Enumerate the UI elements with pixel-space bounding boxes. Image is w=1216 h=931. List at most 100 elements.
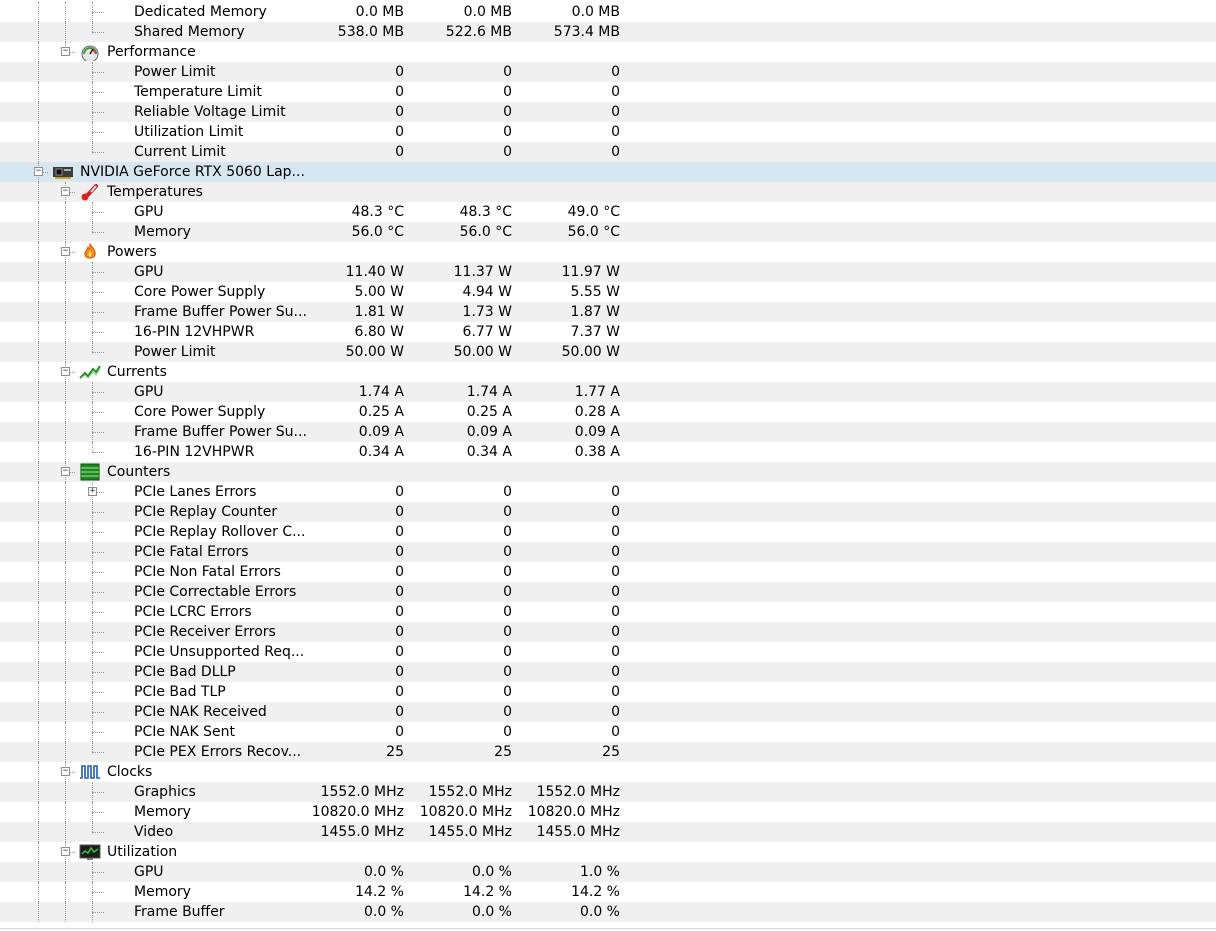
- group-row-performance[interactable]: − Performance: [0, 42, 1216, 63]
- tree-line: [92, 652, 104, 653]
- tree-line: [38, 762, 39, 782]
- tree-line: [38, 242, 39, 262]
- collapse-icon[interactable]: −: [34, 167, 43, 176]
- group-row-utilization[interactable]: − Utilization: [0, 842, 1216, 862]
- maximum-value: 10820.0 MHz: [527, 804, 620, 820]
- sensor-row-gpu[interactable]: GPU 0.0 % 0.0 % 1.0 %: [0, 862, 1216, 882]
- sensor-row-graphics[interactable]: Graphics 1552.0 MHz 1552.0 MHz 1552.0 MHz: [0, 782, 1216, 802]
- sensor-row-dedicated-memory[interactable]: Dedicated Memory 0.0 MB 0.0 MB 0.0 MB: [0, 2, 1216, 22]
- minimum-value: 0: [503, 84, 512, 100]
- collapse-icon[interactable]: −: [61, 247, 70, 256]
- tree-line: [92, 152, 104, 153]
- tree-line: [92, 832, 104, 833]
- sensor-row-pcie-bad-tlp[interactable]: PCIe Bad TLP 0 0 0: [0, 682, 1216, 702]
- sensor-row-pcie-receiver-errors[interactable]: PCIe Receiver Errors 0 0 0: [0, 622, 1216, 642]
- sensor-row-frame-buffer[interactable]: Frame Buffer 0.0 % 0.0 % 0.0 %: [0, 902, 1216, 922]
- collapse-icon[interactable]: −: [61, 367, 70, 376]
- sensor-row-power-limit[interactable]: Power Limit 50.00 W 50.00 W 50.00 W: [0, 342, 1216, 362]
- maximum-value: 0: [611, 724, 620, 740]
- sensor-label: GPU: [134, 204, 164, 220]
- maximum-value: 0: [611, 144, 620, 160]
- expand-icon[interactable]: +: [88, 487, 97, 496]
- collapse-icon[interactable]: −: [61, 47, 70, 56]
- tree-line: [38, 502, 39, 522]
- tree-line: [38, 142, 39, 162]
- collapse-icon[interactable]: −: [61, 847, 70, 856]
- tree-line: [38, 622, 39, 642]
- sensor-row-pcie-correctable-errors[interactable]: PCIe Correctable Errors 0 0 0: [0, 582, 1216, 602]
- sensor-row-memory[interactable]: Memory 10820.0 MHz 10820.0 MHz 10820.0 MHz: [0, 802, 1216, 822]
- sensor-row-pcie-unsupported-req[interactable]: PCIe Unsupported Req... 0 0 0: [0, 642, 1216, 662]
- minimum-value: 50.00 W: [453, 344, 512, 360]
- sensor-label: Core Power Supply: [134, 404, 266, 420]
- sensor-row-pcie-fatal-errors[interactable]: PCIe Fatal Errors 0 0 0: [0, 542, 1216, 562]
- group-row-temperatures[interactable]: − Temperatures: [0, 182, 1216, 202]
- maximum-value: 0: [611, 544, 620, 560]
- sensor-row-pcie-bad-dllp[interactable]: PCIe Bad DLLP 0 0 0: [0, 662, 1216, 682]
- current-value: 0: [395, 584, 404, 600]
- sensor-row-current-limit[interactable]: Current Limit 0 0 0: [0, 142, 1216, 162]
- sensor-row-reliable-voltage-limit[interactable]: Reliable Voltage Limit 0 0 0: [0, 102, 1216, 122]
- sensor-row-16-pin-12vhpwr[interactable]: 16-PIN 12VHPWR 6.80 W 6.77 W 7.37 W: [0, 322, 1216, 342]
- maximum-value: 0: [611, 604, 620, 620]
- current-value: 0: [395, 564, 404, 580]
- sensor-row-pcie-pex-errors-recov[interactable]: PCIe PEX Errors Recov... 25 25 25: [0, 742, 1216, 762]
- group-row-clocks[interactable]: − Clocks: [0, 762, 1216, 782]
- tree-line: [92, 352, 104, 353]
- sensor-row-temperature-limit[interactable]: Temperature Limit 0 0 0: [0, 82, 1216, 102]
- tree-line: [92, 572, 104, 573]
- group-row-powers[interactable]: − Powers: [0, 242, 1216, 262]
- sensor-row-gpu[interactable]: GPU 1.74 A 1.74 A 1.77 A: [0, 382, 1216, 402]
- maximum-value: 0: [611, 564, 620, 580]
- sensor-row-pcie-nak-sent[interactable]: PCIe NAK Sent 0 0 0: [0, 722, 1216, 742]
- sensor-row-power-limit[interactable]: Power Limit 0 0 0: [0, 62, 1216, 82]
- sensor-row-memory[interactable]: Memory 14.2 % 14.2 % 14.2 %: [0, 882, 1216, 902]
- tree-line: [38, 102, 39, 122]
- tree-line: [65, 522, 66, 542]
- sensor-row-pcie-replay-counter[interactable]: PCIe Replay Counter 0 0 0: [0, 502, 1216, 522]
- tree-line: [38, 822, 39, 842]
- tree-line: [38, 402, 39, 422]
- sensor-row-shared-memory[interactable]: Shared Memory 538.0 MB 522.6 MB 573.4 MB: [0, 22, 1216, 42]
- sensor-label: PCIe Replay Counter: [134, 504, 278, 520]
- sensor-row-utilization-limit[interactable]: Utilization Limit 0 0 0: [0, 122, 1216, 142]
- sensor-row-gpu[interactable]: GPU 48.3 °C 48.3 °C 49.0 °C: [0, 202, 1216, 222]
- tree-line: [65, 662, 66, 682]
- collapse-icon[interactable]: −: [61, 187, 70, 196]
- sensor-row-video[interactable]: Video 1455.0 MHz 1455.0 MHz 1455.0 MHz: [0, 822, 1216, 842]
- tree-line: [92, 32, 104, 33]
- sensor-row-gpu[interactable]: GPU 11.40 W 11.37 W 11.97 W: [0, 262, 1216, 282]
- minimum-value: 4.94 W: [462, 284, 512, 300]
- current-value: 0: [395, 524, 404, 540]
- current-value: 0: [395, 64, 404, 80]
- sensor-row-frame-buffer-power-su[interactable]: Frame Buffer Power Su... 0.09 A 0.09 A 0.09…: [0, 422, 1216, 442]
- sensor-row-frame-buffer-power-su[interactable]: Frame Buffer Power Su... 1.81 W 1.73 W 1.87…: [0, 302, 1216, 322]
- tree-line: [38, 342, 39, 362]
- sensor-row-core-power-supply[interactable]: Core Power Supply 0.25 A 0.25 A 0.28 A: [0, 402, 1216, 422]
- device-row[interactable]: − NVIDIA GeForce RTX 5060 Lap...: [0, 162, 1216, 182]
- group-row-counters[interactable]: − Counters: [0, 462, 1216, 482]
- sensor-row-pcie-non-fatal-errors[interactable]: PCIe Non Fatal Errors 0 0 0: [0, 562, 1216, 582]
- tree-line: [92, 672, 104, 673]
- tree-line: [92, 132, 104, 133]
- sensor-tree[interactable]: Dedicated Memory 0.0 MB 0.0 MB 0.0 MB Shared…: [0, 2, 1216, 922]
- minimum-value: 0: [503, 144, 512, 160]
- tree-line: [38, 302, 39, 322]
- sensor-row-pcie-replay-rollover-c[interactable]: PCIe Replay Rollover C... 0 0 0: [0, 522, 1216, 542]
- sensor-row-pcie-lanes-errors[interactable]: + PCIe Lanes Errors 0 0 0: [0, 482, 1216, 502]
- tree-line: [38, 602, 39, 622]
- minimum-value: 0.09 A: [466, 424, 512, 440]
- current-value: 0: [395, 544, 404, 560]
- minimum-value: 0.0 %: [471, 904, 512, 920]
- collapse-icon[interactable]: −: [61, 467, 70, 476]
- sensor-row-pcie-lcrc-errors[interactable]: PCIe LCRC Errors 0 0 0: [0, 602, 1216, 622]
- tree-line: [65, 602, 66, 622]
- sensor-row-memory[interactable]: Memory 56.0 °C 56.0 °C 56.0 °C: [0, 222, 1216, 242]
- group-row-currents[interactable]: − Currents: [0, 362, 1216, 382]
- sensor-row-core-power-supply[interactable]: Core Power Supply 5.00 W 4.94 W 5.55 W: [0, 282, 1216, 302]
- minimum-value: 10820.0 MHz: [419, 804, 512, 820]
- collapse-icon[interactable]: −: [61, 767, 70, 776]
- tree-line: [38, 82, 39, 102]
- sensor-row-16-pin-12vhpwr[interactable]: 16-PIN 12VHPWR 0.34 A 0.34 A 0.38 A: [0, 442, 1216, 462]
- sensor-row-pcie-nak-received[interactable]: PCIe NAK Received 0 0 0: [0, 702, 1216, 722]
